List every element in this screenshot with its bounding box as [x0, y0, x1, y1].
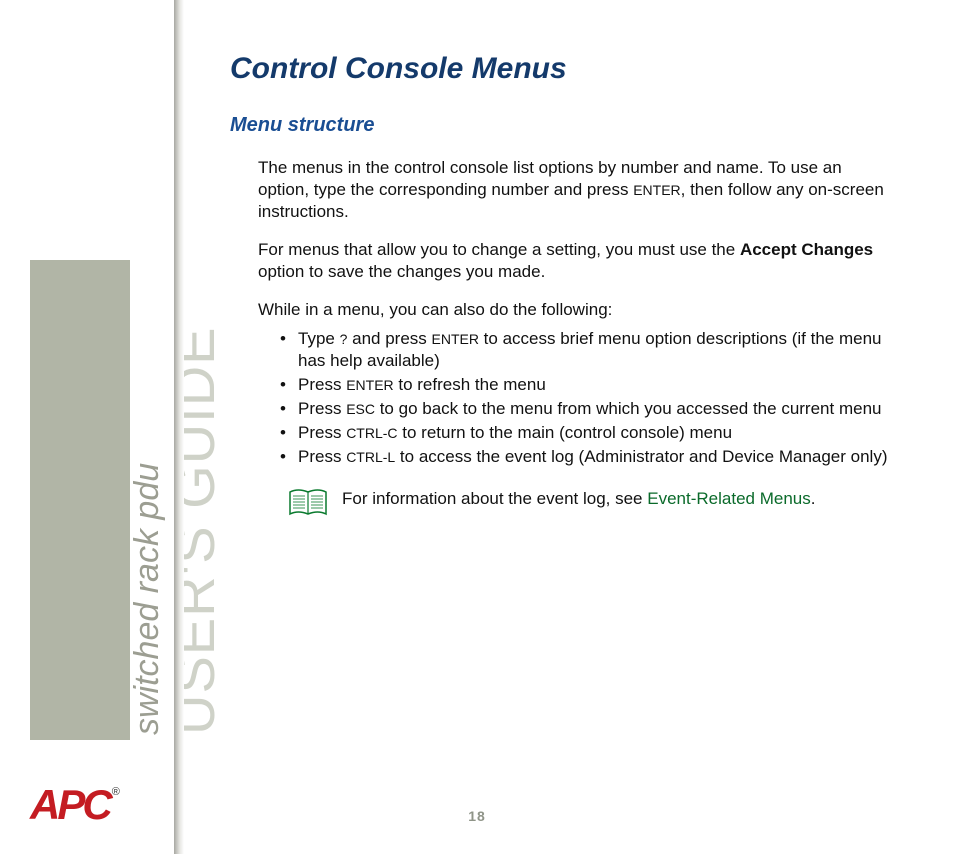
text: Press — [298, 447, 346, 466]
text: Type — [298, 329, 340, 348]
note-text: For information about the event log, see… — [342, 488, 815, 510]
key-ctrl-l: CTRL-L — [346, 449, 395, 465]
list-item: Press ESC to go back to the menu from wh… — [270, 398, 890, 420]
text: option to save the changes you made. — [258, 262, 545, 281]
list-item: Press ENTER to refresh the menu — [270, 374, 890, 396]
text: to access the event log (Administrator a… — [395, 447, 887, 466]
main-content: Control Console Menus Menu structure The… — [230, 52, 890, 518]
list-item: Press CTRL-L to access the event log (Ad… — [270, 446, 890, 468]
book-icon — [288, 488, 328, 518]
sidebar-title-small: switched rack pdu — [128, 463, 167, 735]
body-text: The menus in the control console list op… — [258, 157, 890, 518]
key-ctrl-c: CTRL-C — [346, 425, 397, 441]
vertical-divider — [174, 0, 184, 854]
sidebar-title-large: USER'S GUIDE — [162, 326, 227, 735]
text: to go back to the menu from which you ac… — [375, 399, 882, 418]
text: Press — [298, 375, 346, 394]
text: For menus that allow you to change a set… — [258, 240, 740, 259]
paragraph: For menus that allow you to change a set… — [258, 239, 890, 283]
note-row: For information about the event log, see… — [288, 488, 890, 518]
text: . — [811, 489, 816, 508]
sidebar-accent-block — [30, 260, 130, 740]
text: Press — [298, 423, 346, 442]
page-number: 18 — [0, 808, 954, 824]
text: to return to the main (control console) … — [398, 423, 733, 442]
section-heading: Menu structure — [230, 114, 890, 137]
text: Press — [298, 399, 346, 418]
list-item: Press CTRL-C to return to the main (cont… — [270, 422, 890, 444]
bullet-list: Type ? and press ENTER to access brief m… — [258, 328, 890, 469]
key-enter: ENTER — [346, 377, 393, 393]
bold-text: Accept Changes — [740, 240, 873, 259]
text: and press — [347, 329, 431, 348]
text: to refresh the menu — [394, 375, 546, 394]
key-esc: ESC — [346, 401, 375, 417]
key-enter: ENTER — [633, 182, 680, 198]
page-heading: Control Console Menus — [230, 52, 890, 86]
paragraph: While in a menu, you can also do the fol… — [258, 299, 890, 321]
trademark-symbol: ® — [112, 786, 120, 798]
link-event-related-menus[interactable]: Event-Related Menus — [647, 489, 810, 508]
list-item: Type ? and press ENTER to access brief m… — [270, 328, 890, 372]
key-enter: ENTER — [432, 331, 479, 347]
paragraph: The menus in the control console list op… — [258, 157, 890, 223]
page: USER'S GUIDE switched rack pdu Control C… — [0, 0, 954, 854]
text: For information about the event log, see — [342, 489, 647, 508]
